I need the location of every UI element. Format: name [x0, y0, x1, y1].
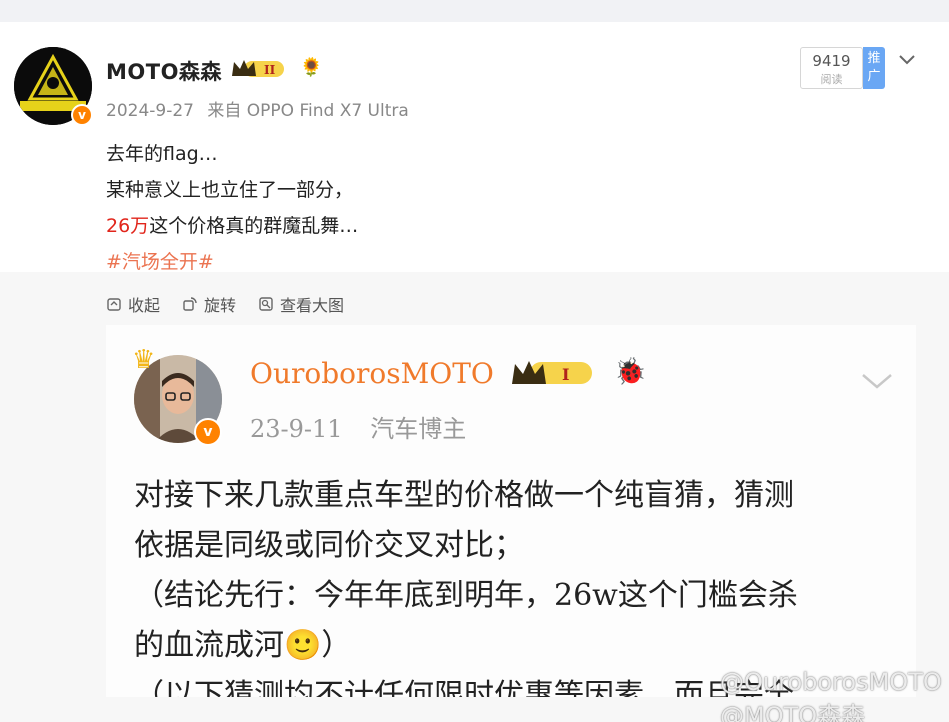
content-line-1: 去年的flag…	[106, 143, 218, 165]
content-line-3-rest: 这个价格真的群魔乱舞…	[149, 215, 359, 237]
embedded-role: 汽车博主	[370, 415, 467, 443]
embedded-line-2: 依据是同级或同价交叉对比；	[134, 528, 524, 563]
post-meta: 2024-9-27 来自 OPPO Find X7 Ultra	[106, 96, 417, 121]
embedded-chevron-icon	[862, 374, 892, 389]
content-line-3: 26万这个价格真的群魔乱舞…	[106, 208, 358, 244]
collapse-button[interactable]: 收起	[106, 292, 160, 316]
embedded-line-4: 的血流成河🙂）	[134, 628, 352, 663]
embedded-username: OuroborosMOTO	[250, 357, 494, 390]
top-gap	[0, 0, 949, 22]
author-name[interactable]: MOTO森森	[106, 56, 222, 86]
views-label: 阅读	[820, 73, 843, 86]
collapse-label: 收起	[128, 296, 161, 315]
embedded-date: 23-9-11	[250, 415, 343, 443]
embedded-level-badge: I	[562, 365, 569, 384]
post-content: 去年的flag… 某种意义上也立住了一部分， 26万这个价格真的群魔乱舞… #汽…	[106, 136, 358, 280]
post-source: 来自 OPPO Find X7 Ultra	[207, 101, 409, 121]
promo-tag[interactable]: 推广	[863, 47, 885, 89]
collapse-icon	[107, 298, 121, 311]
embedded-crown-badge: I	[512, 361, 592, 384]
view-large-button[interactable]: 查看大图	[258, 292, 344, 316]
flower-icon: 🌻	[300, 57, 323, 78]
view-large-icon	[259, 297, 273, 311]
embedded-line-3: （结论先行：今年年底到明年，26w这个门槛会杀	[134, 578, 798, 613]
view-large-label: 查看大图	[280, 296, 345, 315]
embedded-meta: 23-9-11 汽车博主	[250, 409, 486, 444]
rotate-icon	[183, 297, 197, 311]
embedded-flower-icon: 🐞	[614, 357, 647, 387]
embedded-verified-icon: v	[194, 418, 222, 446]
price-highlight: 26万	[106, 215, 150, 237]
embedded-crown-icon: ♛	[132, 345, 156, 375]
post-image[interactable]: ♛ v OuroborosMOTO I 🐞 23-9-11 汽车博主 对接下来几…	[106, 325, 916, 697]
crown-icon: II	[232, 60, 284, 77]
verified-icon: v	[71, 104, 93, 126]
views-count: 9419	[812, 52, 851, 70]
embedded-line-1: 对接下来几款重点车型的价格做一个纯盲猜，猜测	[134, 478, 794, 513]
chevron-down-icon[interactable]	[897, 50, 917, 70]
author-level-badge: II	[264, 63, 276, 77]
image-watermark: @OuroborosMOTO @MOTO森森	[720, 668, 942, 722]
embedded-text: 对接下来几款重点车型的价格做一个纯盲猜，猜测 依据是同级或同价交叉对比； （结论…	[134, 471, 904, 697]
post-date[interactable]: 2024-9-27	[106, 101, 194, 121]
views-counter: 9419 阅读	[800, 47, 863, 89]
image-actions: 收起 旋转 查看大图	[106, 292, 344, 316]
rotate-button[interactable]: 旋转	[182, 292, 236, 316]
content-line-2: 某种意义上也立住了一部分，	[106, 179, 354, 201]
rotate-label: 旋转	[204, 296, 237, 315]
